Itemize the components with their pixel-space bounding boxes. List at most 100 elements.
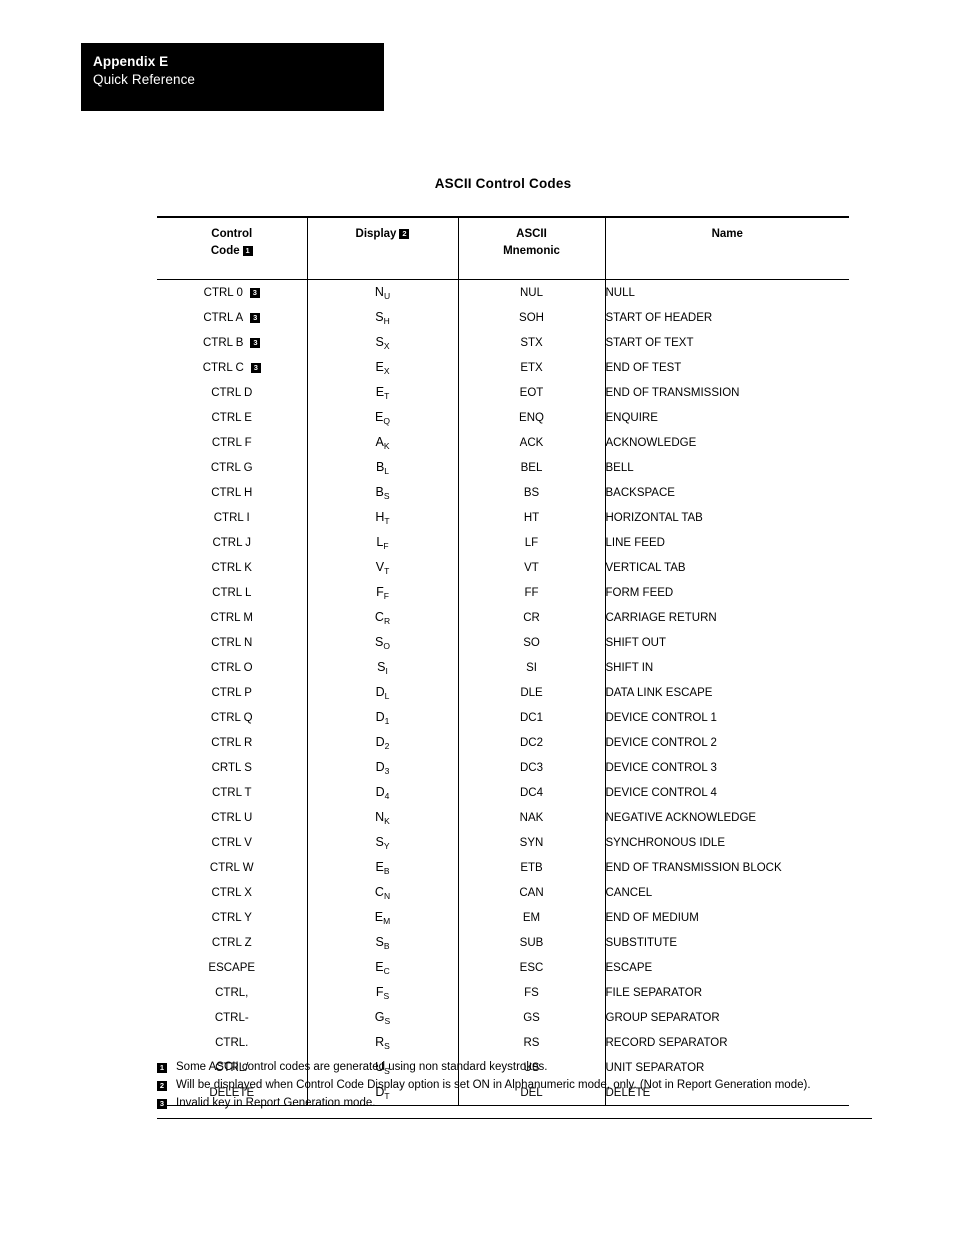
- display-subscript-letter: 4: [384, 791, 390, 802]
- cell-name: NULL: [604, 279, 849, 306]
- table-row: CTRL H BS BS BACKSPACE: [157, 480, 849, 506]
- cell-name: DEVICE CONTROL 1: [604, 705, 849, 731]
- cell-display-glyph: VT: [306, 555, 458, 581]
- display-base-letter: N: [375, 810, 385, 825]
- table-row: CTRL T D4 DC4 DEVICE CONTROL 4: [157, 780, 849, 806]
- control-code-label: CTRL M: [210, 611, 253, 624]
- cell-display-glyph: RS: [306, 1030, 458, 1056]
- display-subscript-letter: L: [384, 691, 390, 702]
- footnote-marker-1: 1: [242, 245, 253, 256]
- control-code-label: CTRL V: [211, 836, 252, 849]
- cell-display-glyph: EQ: [306, 405, 458, 431]
- display-base-letter: G: [374, 1010, 385, 1025]
- cell-name: CANCEL: [604, 880, 849, 906]
- control-code-label: CTRL L: [212, 586, 252, 599]
- table-row: CTRL R D2 DC2 DEVICE CONTROL 2: [157, 730, 849, 756]
- table-row: CTRL O SI SI SHIFT IN: [157, 655, 849, 681]
- cell-control-code: CTRL C 3: [157, 355, 307, 380]
- cell-ascii-mnemonic: DLE: [457, 680, 605, 706]
- cell-name: END OF TRANSMISSION: [604, 380, 849, 406]
- display-base-letter: S: [375, 835, 384, 850]
- cell-name: FORM FEED: [604, 580, 849, 606]
- cell-name: SHIFT IN: [604, 655, 849, 681]
- table-header-row: Control Code 1 Display 2 ASCII Mnemonic Na…: [157, 216, 849, 281]
- control-code-label: CTRL-: [214, 1011, 249, 1024]
- display-base-letter: E: [375, 860, 384, 875]
- control-code-label: CTRL I: [213, 511, 250, 524]
- display-subscript-letter: I: [385, 666, 388, 677]
- cell-control-code: CTRL M: [157, 605, 307, 630]
- control-code-label: CTRL F: [211, 436, 252, 449]
- cell-control-code: CTRL P: [157, 680, 307, 705]
- control-code-label: CTRL Q: [210, 711, 253, 724]
- cell-control-code: ESCAPE: [157, 955, 307, 980]
- cell-name: END OF MEDIUM: [604, 905, 849, 931]
- cell-ascii-mnemonic: SUB: [457, 930, 605, 956]
- cell-display-glyph: ET: [306, 380, 458, 406]
- display-base-letter: V: [375, 560, 385, 575]
- cell-display-glyph: FF: [306, 580, 458, 606]
- table-row: CTRL G BL BEL BELL: [157, 455, 849, 481]
- display-base-letter: D: [375, 785, 385, 800]
- control-code-label: CTRL E: [211, 411, 252, 424]
- ascii-control-codes-table: Control Code 1 Display 2 ASCII Mnemonic Na…: [157, 216, 849, 1107]
- display-subscript-letter: T: [384, 391, 390, 402]
- display-subscript-letter: L: [384, 466, 390, 477]
- cell-name: DEVICE CONTROL 3: [604, 755, 849, 781]
- cell-display-glyph: FS: [306, 980, 458, 1006]
- cell-name: RECORD SEPARATOR: [604, 1030, 849, 1056]
- control-code-label: CTRL,: [215, 986, 249, 999]
- control-code-label: CTRL W: [209, 861, 254, 874]
- cell-ascii-mnemonic: ESC: [457, 955, 605, 981]
- table-row: CTRL W EB ETB END OF TRANSMISSION BLOCK: [157, 855, 849, 881]
- column-header-name-label: Name: [711, 228, 743, 240]
- cell-ascii-mnemonic: FS: [457, 980, 605, 1006]
- column-header-control-code-line2: Code: [210, 244, 240, 257]
- cell-name: VERTICAL TAB: [604, 555, 849, 581]
- cell-control-code: CTRL R: [157, 730, 307, 755]
- cell-control-code: CTRL J: [157, 530, 307, 555]
- footnote-marker-3: 3: [250, 362, 261, 373]
- footnote-marker-3: 3: [250, 312, 261, 323]
- cell-name: ESCAPE: [604, 955, 849, 981]
- cell-ascii-mnemonic: SI: [457, 655, 605, 681]
- control-code-label: CTRL H: [211, 486, 253, 499]
- display-base-letter: E: [374, 910, 384, 925]
- table-row: CTRL Q D1 DC1 DEVICE CONTROL 1: [157, 705, 849, 731]
- display-base-letter: B: [375, 485, 384, 500]
- control-code-label: ESCAPE: [208, 961, 256, 974]
- cell-ascii-mnemonic: SOH: [457, 305, 605, 331]
- control-code-label: CTRL Y: [211, 911, 252, 924]
- column-header-name: Name: [604, 216, 849, 281]
- cell-name: BACKSPACE: [604, 480, 849, 506]
- control-code-label: CTRL 0: [203, 286, 243, 299]
- cell-control-code: CTRL X: [157, 880, 307, 905]
- cell-name: START OF HEADER: [604, 305, 849, 331]
- cell-display-glyph: D4: [306, 780, 458, 806]
- table-row: CTRL P DL DLE DATA LINK ESCAPE: [157, 680, 849, 706]
- cell-control-code: CTRL 0 3: [157, 280, 307, 306]
- cell-name: START OF TEXT: [604, 330, 849, 356]
- display-base-letter: E: [375, 385, 385, 400]
- cell-display-glyph: DL: [306, 680, 458, 706]
- footnote-item: 3 Invalid key in Report Generation mode.: [157, 1095, 872, 1112]
- column-header-ascii-mnemonic: ASCII Mnemonic: [457, 216, 605, 281]
- display-subscript-letter: 3: [384, 766, 390, 777]
- cell-ascii-mnemonic: CAN: [457, 880, 605, 906]
- cell-ascii-mnemonic: NUL: [457, 279, 605, 306]
- cell-ascii-mnemonic: VT: [457, 555, 605, 581]
- display-subscript-letter: S: [383, 991, 390, 1002]
- control-code-label: CTRL K: [211, 561, 252, 574]
- table-row: CTRL A 3 SH SOH START OF HEADER: [157, 305, 849, 331]
- display-base-letter: D: [375, 760, 385, 775]
- display-base-letter: C: [374, 885, 384, 900]
- cell-display-glyph: SB: [306, 930, 458, 956]
- control-code-label: CTRL Z: [211, 936, 252, 949]
- control-code-label: CRTL S: [211, 761, 252, 774]
- display-subscript-letter: B: [383, 866, 390, 877]
- cell-name: CARRIAGE RETURN: [604, 605, 849, 631]
- cell-ascii-mnemonic: DC4: [457, 780, 605, 806]
- footnote-text: Some ASCII control codes are generated u…: [176, 1061, 548, 1073]
- cell-display-glyph: EX: [306, 355, 458, 381]
- cell-ascii-mnemonic: ETB: [457, 855, 605, 881]
